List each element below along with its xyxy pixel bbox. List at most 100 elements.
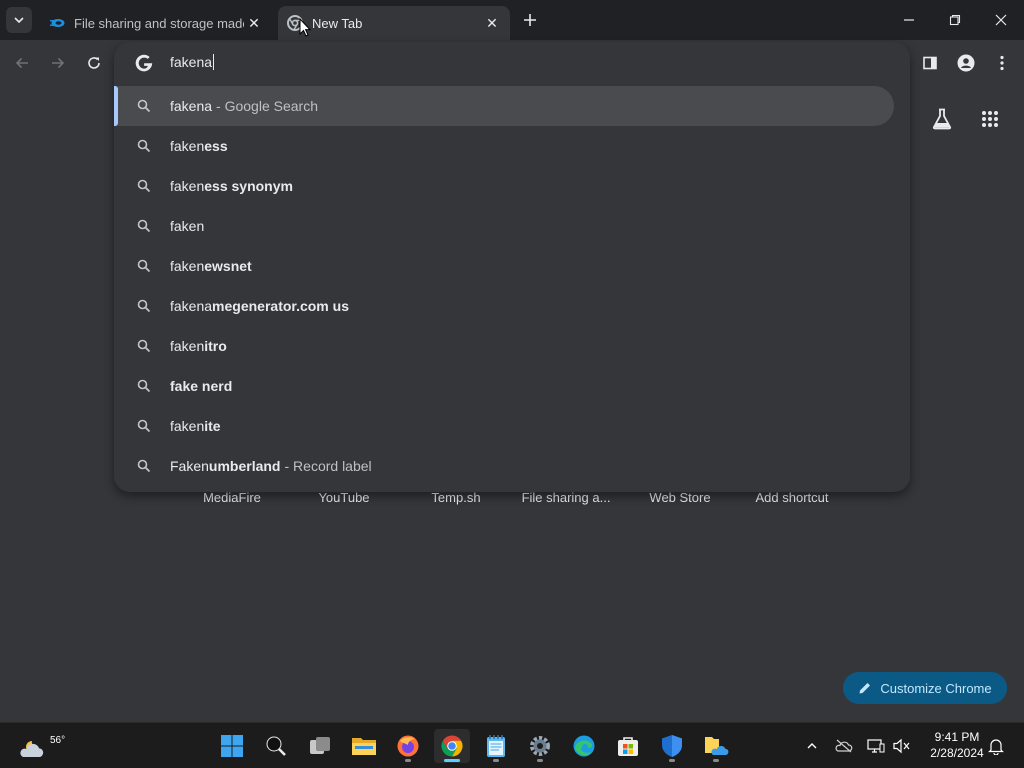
taskbar: 56° 9:41 PM 2/28/2024 — [0, 722, 1024, 768]
tab-title: File sharing and storage made — [74, 15, 244, 31]
reload-icon — [88, 57, 100, 69]
suggestion-completion: ite — [204, 418, 221, 434]
weather-temperature: 56° — [50, 735, 66, 746]
search-icon — [137, 99, 151, 113]
mouse-pointer-icon — [299, 18, 311, 37]
side-panel-button[interactable] — [918, 51, 942, 75]
text-caret — [213, 54, 215, 70]
search-icon — [137, 299, 151, 313]
running-indicator — [537, 759, 543, 762]
new-tab-button[interactable] — [518, 8, 542, 32]
forward-button[interactable] — [46, 51, 70, 75]
edge-icon — [573, 735, 595, 757]
suggestion-text: fake nerd — [170, 378, 232, 394]
menu-button[interactable] — [990, 51, 1014, 75]
tab-search-button[interactable] — [6, 7, 32, 33]
minimize-icon — [904, 19, 914, 21]
close-icon[interactable]: ✕ — [244, 13, 264, 33]
running-indicator — [493, 759, 499, 762]
taskbar-search-button[interactable] — [258, 729, 294, 763]
shortcut-web-store[interactable]: Web Store — [624, 490, 736, 505]
tab-title: New Tab — [312, 15, 363, 31]
suggestion-item[interactable]: faken — [114, 206, 894, 246]
clock-time: 9:41 PM — [934, 730, 980, 744]
task-view-icon — [310, 737, 330, 754]
tab-file-sharing[interactable]: File sharing and storage made ✕ — [40, 6, 272, 40]
taskbar-windows-security[interactable] — [654, 729, 690, 763]
suggestion-prefix: fakena — [170, 98, 213, 114]
suggestion-item[interactable]: fakenite — [114, 406, 894, 446]
forward-arrow-icon — [52, 57, 65, 69]
taskbar-edge[interactable] — [566, 729, 602, 763]
omnibox-input[interactable]: fakena — [170, 54, 215, 70]
suggestion-text: Fakenumberland — [170, 458, 281, 474]
suggestion-completion: itro — [204, 338, 227, 354]
mediafire-favicon-icon — [50, 19, 65, 27]
taskbar-start-button[interactable] — [214, 729, 250, 763]
notifications-button[interactable] — [986, 736, 1006, 756]
reload-button[interactable] — [82, 51, 106, 75]
suggestion-item[interactable]: fakenitro — [114, 326, 894, 366]
suggestion-item[interactable]: Fakenumberland - Record label — [114, 446, 894, 486]
suggestion-completion: ess synonym — [204, 178, 293, 194]
show-hidden-icons-button[interactable] — [802, 736, 822, 756]
bell-icon — [988, 739, 1004, 755]
suggestion-text: fakena — [170, 98, 212, 114]
suggestion-item[interactable]: fakenewsnet — [114, 246, 894, 286]
search-icon — [137, 179, 151, 193]
search-icon — [137, 419, 151, 433]
suggestion-item[interactable]: fake nerd — [114, 366, 894, 406]
onedrive-tray-button[interactable] — [834, 736, 854, 756]
google-apps-button[interactable] — [976, 105, 1004, 133]
suggestion-completion: megenerator.com us — [212, 298, 349, 314]
omnibox[interactable]: fakena — [114, 42, 910, 84]
pencil-icon — [859, 683, 871, 694]
shortcut-mediafire[interactable]: MediaFire — [176, 490, 288, 505]
taskbar-clock[interactable]: 9:41 PM 2/28/2024 — [920, 729, 994, 761]
side-panel-icon — [923, 56, 937, 70]
weather-widget[interactable]: 56° — [18, 729, 65, 763]
suggestion-item[interactable]: fakeness — [114, 126, 894, 166]
apps-grid-icon — [982, 111, 998, 127]
taskbar-onedrive-folder[interactable] — [698, 729, 734, 763]
network-tray-button[interactable] — [866, 736, 886, 756]
suggestion-item[interactable]: fakenamegenerator.com us — [114, 286, 894, 326]
notepad-icon — [487, 735, 505, 757]
taskbar-task-view-button[interactable] — [302, 729, 338, 763]
suggestion-item[interactable]: fakeness synonym — [114, 166, 894, 206]
profile-button[interactable] — [954, 51, 978, 75]
search-icon — [266, 736, 286, 756]
shortcut-temp-sh[interactable]: Temp.sh — [400, 490, 512, 505]
shortcuts-row: MediaFire YouTube Temp.sh File sharing a… — [176, 490, 856, 510]
close-window-button[interactable] — [978, 0, 1024, 40]
suggestion-prefix: faken — [170, 418, 205, 434]
add-shortcut[interactable]: Add shortcut — [736, 490, 848, 505]
taskbar-notepad[interactable] — [478, 729, 514, 763]
minimize-button[interactable] — [886, 0, 932, 40]
omnibox-dropdown: fakena fakena - Google Search fakeness fake… — [114, 42, 910, 492]
search-icon — [137, 259, 151, 273]
suggestion-text: fakenewsnet — [170, 258, 252, 274]
running-indicator — [444, 759, 460, 762]
back-button[interactable] — [10, 51, 34, 75]
customize-chrome-button[interactable]: Customize Chrome — [843, 672, 1007, 704]
windows-logo-icon — [221, 735, 243, 757]
network-icon — [867, 739, 885, 753]
cloud-folder-icon — [705, 737, 729, 755]
taskbar-file-explorer[interactable] — [346, 729, 382, 763]
taskbar-chrome[interactable] — [434, 729, 470, 763]
taskbar-microsoft-store[interactable] — [610, 729, 646, 763]
folder-icon — [352, 738, 376, 755]
tab-new-tab[interactable]: New Tab ✕ — [278, 6, 510, 40]
taskbar-firefox[interactable] — [390, 729, 426, 763]
chrome-labs-button[interactable] — [928, 105, 956, 133]
suggestion-item[interactable]: fakena - Google Search — [114, 86, 894, 126]
close-icon[interactable]: ✕ — [482, 13, 502, 33]
shortcut-file-sharing[interactable]: File sharing a... — [510, 490, 622, 505]
suggestion-text: faken — [170, 218, 204, 234]
volume-tray-button[interactable] — [892, 736, 912, 756]
search-icon — [137, 339, 151, 353]
shortcut-youtube[interactable]: YouTube — [288, 490, 400, 505]
restore-button[interactable] — [932, 0, 978, 40]
taskbar-settings[interactable] — [522, 729, 558, 763]
